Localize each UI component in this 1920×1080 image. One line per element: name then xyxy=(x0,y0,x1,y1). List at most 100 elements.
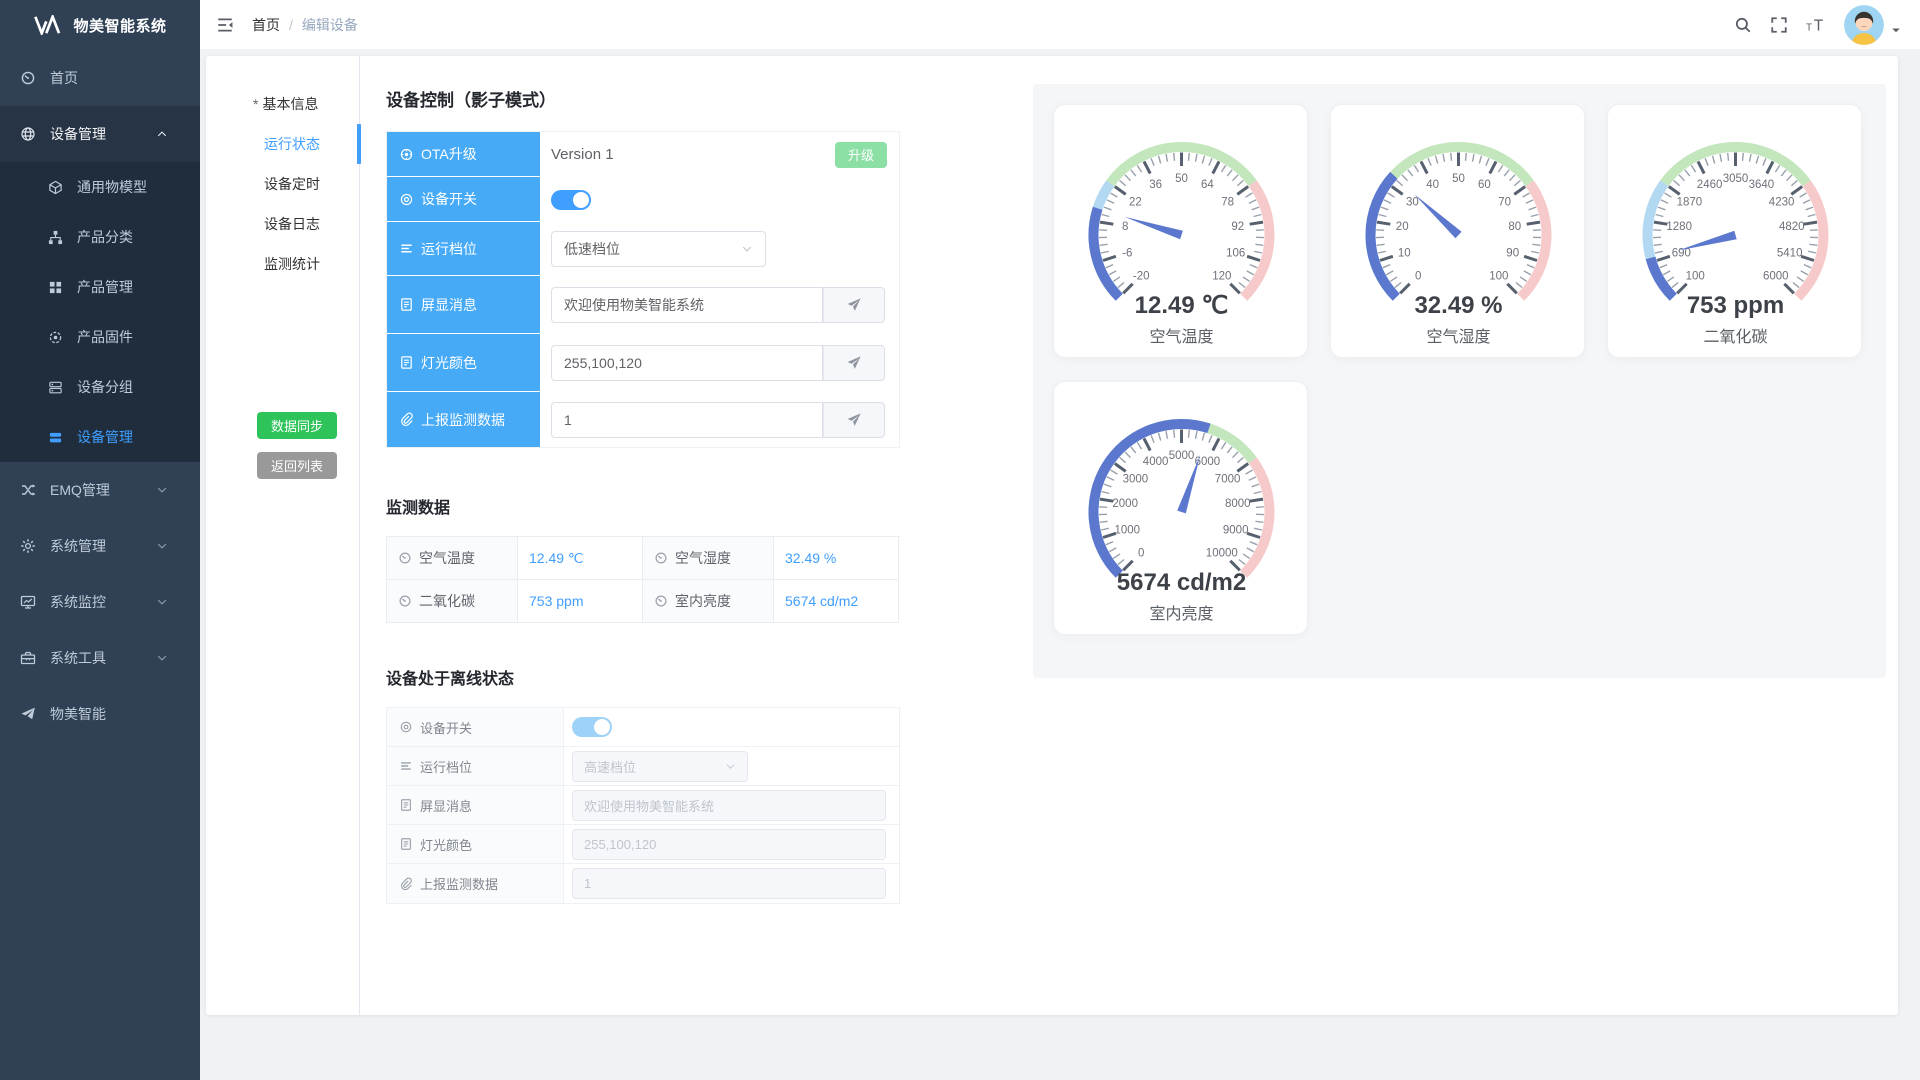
paperclip-icon xyxy=(399,877,413,891)
svg-text:5410: 5410 xyxy=(1777,248,1803,260)
offline-input-2 xyxy=(572,790,886,821)
sidebar-item-2[interactable]: EMQ管理 xyxy=(0,462,200,518)
sidebar-subitem-3[interactable]: 产品固件 xyxy=(0,312,200,362)
svg-text:4000: 4000 xyxy=(1143,456,1169,468)
offline-label: 上报监测数据 xyxy=(387,864,564,903)
offline-label: 灯光颜色 xyxy=(387,825,564,863)
logo: 物美智能系统 xyxy=(0,0,200,50)
svg-text:T: T xyxy=(1814,17,1824,33)
gauge-svg: -20-6822365064789210612012.49 ℃空气温度 xyxy=(1054,105,1309,357)
monitor-label: 空气湿度 xyxy=(643,537,774,580)
gauge-svg: 0100020003000400050006000700080009000100… xyxy=(1054,382,1309,634)
input-with-send xyxy=(551,287,885,323)
device-tab-3[interactable]: 设备日志 xyxy=(206,204,359,244)
send-button[interactable] xyxy=(823,345,885,381)
control-row-0: OTA升级Version 1升级 xyxy=(387,132,899,177)
device-tab-0[interactable]: *基本信息 xyxy=(206,84,359,124)
control-row-3: 屏显消息 xyxy=(387,276,899,334)
svg-text:120: 120 xyxy=(1212,270,1231,282)
svg-text:8: 8 xyxy=(1122,221,1128,233)
gauge-title: 空气湿度 xyxy=(1426,328,1490,346)
device-tab-label: 基本信息 xyxy=(262,96,318,112)
select-value: 低速档位 xyxy=(564,239,620,259)
control-input-4[interactable] xyxy=(551,345,823,381)
svg-text:T: T xyxy=(1806,22,1812,33)
monitor-table: 空气温度12.49 ℃空气湿度32.49 %二氧化碳753 ppm室内亮度567… xyxy=(386,536,900,623)
sidebar-subitem-1[interactable]: 产品分类 xyxy=(0,212,200,262)
search-icon[interactable] xyxy=(1734,16,1752,34)
gauge-svg: 010203040506070809010032.49 %空气湿度 xyxy=(1331,105,1586,357)
data-sync-button[interactable]: 数据同步 xyxy=(257,412,337,439)
sidebar-item-label: 物美智能 xyxy=(50,704,106,724)
sidebar-item-3[interactable]: 系统管理 xyxy=(0,518,200,574)
device-manage-icon xyxy=(48,430,63,445)
sidebar-subitem-0[interactable]: 通用物模型 xyxy=(0,162,200,212)
gauge-card-3: 0100020003000400050006000700080009000100… xyxy=(1053,381,1308,635)
caret-down-icon[interactable] xyxy=(1890,24,1902,36)
sidebar-item-label: 系统监控 xyxy=(50,592,106,612)
chevron-down-icon xyxy=(156,652,168,664)
gauge-title: 二氧化碳 xyxy=(1703,328,1767,346)
sidebar-subitem-4[interactable]: 设备分组 xyxy=(0,362,200,412)
svg-text:1280: 1280 xyxy=(1666,221,1692,233)
font-size-icon[interactable]: TT xyxy=(1806,16,1826,34)
send-button[interactable] xyxy=(823,402,885,438)
gauge-value: 32.49 % xyxy=(1414,292,1502,319)
fullscreen-icon[interactable] xyxy=(1770,16,1788,34)
sidebar-item-6[interactable]: 物美智能 xyxy=(0,686,200,742)
sidebar: 物美智能系统 首页设备管理通用物模型产品分类产品管理产品固件设备分组设备管理EM… xyxy=(0,0,200,1080)
chevron-down-icon xyxy=(156,484,168,496)
send-button[interactable] xyxy=(823,287,885,323)
offline-run-level-select: 高速档位 xyxy=(572,751,748,782)
control-row-1: 设备开关 xyxy=(387,177,899,222)
emq-icon xyxy=(20,482,36,498)
device-control-table: OTA升级Version 1升级设备开关运行档位低速档位屏显消息灯光颜色上报监测… xyxy=(386,131,900,448)
svg-text:-20: -20 xyxy=(1133,270,1150,282)
switch-icon xyxy=(399,192,414,207)
upgrade-button[interactable]: 升级 xyxy=(835,142,887,168)
svg-text:100: 100 xyxy=(1686,270,1705,282)
svg-text:36: 36 xyxy=(1149,179,1162,191)
svg-text:90: 90 xyxy=(1506,248,1519,260)
offline-label: 屏显消息 xyxy=(387,786,564,824)
svg-text:106: 106 xyxy=(1226,248,1245,260)
sidebar-menu: 首页设备管理通用物模型产品分类产品管理产品固件设备分组设备管理EMQ管理系统管理… xyxy=(0,50,200,742)
iot-globe-icon xyxy=(20,126,36,142)
control-label: 上报监测数据 xyxy=(387,392,540,447)
monitor-value: 5674 cd/m2 xyxy=(774,580,899,623)
offline-label: 设备开关 xyxy=(387,708,564,746)
svg-text:8000: 8000 xyxy=(1225,498,1251,510)
sidebar-item-5[interactable]: 系统工具 xyxy=(0,630,200,686)
sidebar-subitem-5[interactable]: 设备管理 xyxy=(0,412,200,462)
control-input-3[interactable] xyxy=(551,287,823,323)
sidebar-item-label: 首页 xyxy=(50,68,78,88)
device-tab-1[interactable]: 运行状态 xyxy=(206,124,359,164)
sidebar-item-0[interactable]: 首页 xyxy=(0,50,200,106)
device-tab-4[interactable]: 监测统计 xyxy=(206,244,359,284)
sidebar-subitem-label: 通用物模型 xyxy=(77,177,147,197)
monitor-value: 753 ppm xyxy=(518,580,643,623)
sidebar-item-4[interactable]: 系统监控 xyxy=(0,574,200,630)
breadcrumb-home[interactable]: 首页 xyxy=(252,17,280,33)
chevron-down-icon xyxy=(741,243,753,255)
avatar[interactable] xyxy=(1844,5,1884,45)
sidebar-subitem-2[interactable]: 产品管理 xyxy=(0,262,200,312)
svg-text:3640: 3640 xyxy=(1749,179,1775,191)
svg-text:3000: 3000 xyxy=(1123,474,1149,486)
control-content: Version 1升级 xyxy=(540,132,899,177)
svg-text:-6: -6 xyxy=(1122,248,1132,260)
hamburger-icon[interactable] xyxy=(216,16,234,34)
gauge-value: 12.49 ℃ xyxy=(1135,292,1229,319)
sidebar-subitem-label: 设备分组 xyxy=(77,377,133,397)
chevron-up-icon xyxy=(156,128,168,140)
device-switch-toggle[interactable] xyxy=(551,190,591,210)
back-to-list-button[interactable]: 返回列表 xyxy=(257,452,337,479)
monitor-value: 32.49 % xyxy=(774,537,899,580)
control-input-5[interactable] xyxy=(551,402,823,438)
sidebar-item-1[interactable]: 设备管理 xyxy=(0,106,200,162)
chevron-down-icon xyxy=(156,596,168,608)
offline-row-2: 屏显消息 xyxy=(387,786,899,825)
run-level-select[interactable]: 低速档位 xyxy=(551,231,766,267)
svg-text:6000: 6000 xyxy=(1763,270,1789,282)
device-tab-2[interactable]: 设备定时 xyxy=(206,164,359,204)
